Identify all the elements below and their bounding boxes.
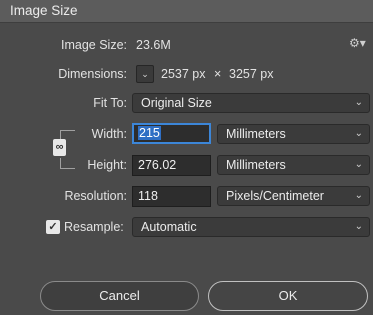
fit-to-value: Original Size — [141, 96, 212, 110]
title-bar: Image Size — [0, 0, 373, 23]
gear-icon[interactable]: ⚙▾ — [349, 36, 366, 50]
cancel-button-label: Cancel — [99, 288, 140, 303]
dimensions-width-px: 2537 px — [161, 67, 206, 81]
height-value: 276.02 — [138, 158, 177, 172]
width-label: Width: — [91, 127, 127, 141]
height-input[interactable]: 276.02 — [132, 155, 211, 176]
cancel-button[interactable]: Cancel — [40, 281, 199, 311]
chevron-down-icon: ⌄ — [354, 190, 363, 201]
dimensions-label: Dimensions: — [58, 67, 127, 81]
resample-checkbox[interactable]: ✓ — [46, 220, 60, 234]
chevron-down-icon[interactable]: ⌄ — [136, 65, 154, 83]
height-label: Height: — [87, 158, 127, 172]
window-title: Image Size — [10, 3, 78, 18]
fit-to-label: Fit To: — [93, 96, 127, 110]
height-unit-select[interactable]: Millimeters ⌄ — [217, 155, 370, 175]
height-unit-value: Millimeters — [226, 158, 286, 172]
ok-button-label: OK — [278, 288, 298, 303]
resample-select[interactable]: Automatic ⌄ — [132, 217, 370, 237]
width-input[interactable]: 215 — [132, 123, 211, 144]
chevron-down-icon: ⌄ — [354, 128, 363, 139]
ok-button[interactable]: OK — [208, 281, 368, 311]
resample-value: Automatic — [141, 220, 197, 234]
link-icon[interactable]: ∞ — [53, 139, 66, 156]
chevron-down-icon: ⌄ — [354, 97, 363, 108]
width-value: 215 — [138, 126, 161, 140]
chevron-down-icon: ⌄ — [354, 221, 363, 232]
image-size-value: 23.6M — [136, 38, 171, 52]
image-size-label: Image Size: — [60, 38, 127, 52]
dimensions-height-px: 3257 px — [229, 67, 274, 81]
resolution-input[interactable]: 118 — [132, 186, 211, 207]
width-unit-value: Millimeters — [226, 127, 286, 141]
width-unit-select[interactable]: Millimeters ⌄ — [217, 124, 370, 144]
resolution-unit-select[interactable]: Pixels/Centimeter ⌄ — [217, 186, 370, 206]
fit-to-select[interactable]: Original Size ⌄ — [132, 93, 370, 113]
dimensions-separator: × — [214, 67, 222, 81]
resolution-unit-value: Pixels/Centimeter — [226, 189, 324, 203]
resample-label: Resample: — [64, 220, 124, 234]
resolution-label: Resolution: — [64, 189, 127, 203]
chevron-down-icon: ⌄ — [354, 159, 363, 170]
resolution-value: 118 — [138, 189, 158, 203]
